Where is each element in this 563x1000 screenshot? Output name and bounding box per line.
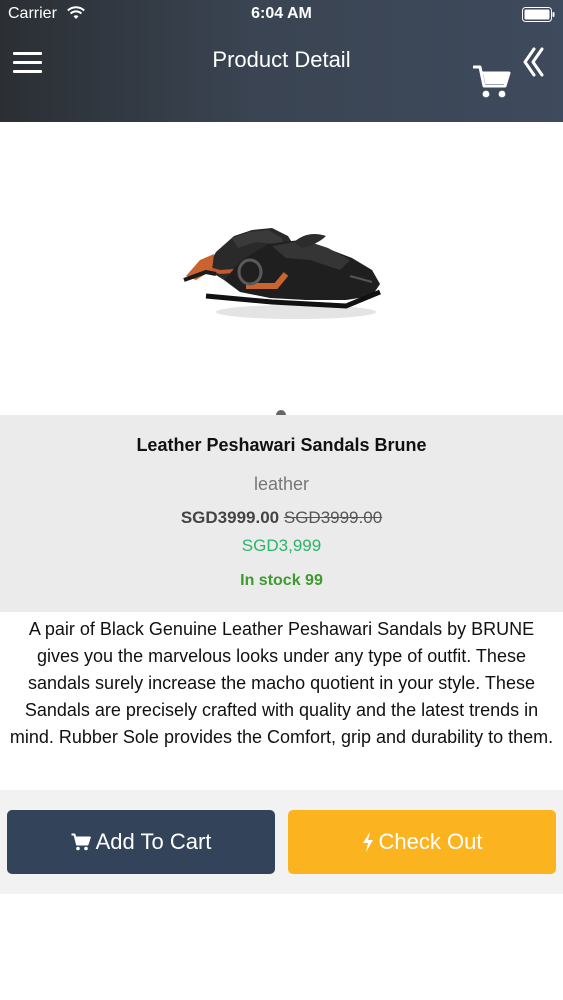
battery-icon <box>522 7 555 22</box>
discount-price: SGD3,999 <box>241 536 322 555</box>
original-price: SGD3999.00 <box>283 508 383 527</box>
cart-icon <box>71 833 91 851</box>
lightning-icon <box>362 832 373 852</box>
status-bar: Carrier 6:04 AM <box>0 0 563 30</box>
product-name: Leather Peshawari Sandals Brune <box>136 435 427 455</box>
add-to-cart-label: Add To Cart <box>95 829 212 854</box>
price-row: SGD3999.00 SGD3999.00 <box>0 508 563 528</box>
product-info-panel: Leather Peshawari Sandals Brune leather … <box>0 415 563 612</box>
stock-status: In stock 99 <box>240 572 323 589</box>
product-image-carousel[interactable] <box>0 122 563 420</box>
top-navigation-bar: Carrier 6:04 AM Product Detail <box>0 0 563 122</box>
action-bar: Add To Cart Check Out <box>0 790 563 894</box>
product-image <box>183 228 381 319</box>
cart-icon[interactable] <box>473 64 511 100</box>
back-chevron-icon[interactable] <box>521 47 547 77</box>
check-out-button[interactable]: Check Out <box>288 810 556 874</box>
add-to-cart-button[interactable]: Add To Cart <box>7 810 275 874</box>
current-price: SGD3999.00 <box>180 508 280 527</box>
product-material: leather <box>253 474 310 494</box>
clock-time: 6:04 AM <box>251 5 312 22</box>
check-out-label: Check Out <box>378 829 483 854</box>
product-description: A pair of Black Genuine Leather Peshawar… <box>9 619 554 747</box>
